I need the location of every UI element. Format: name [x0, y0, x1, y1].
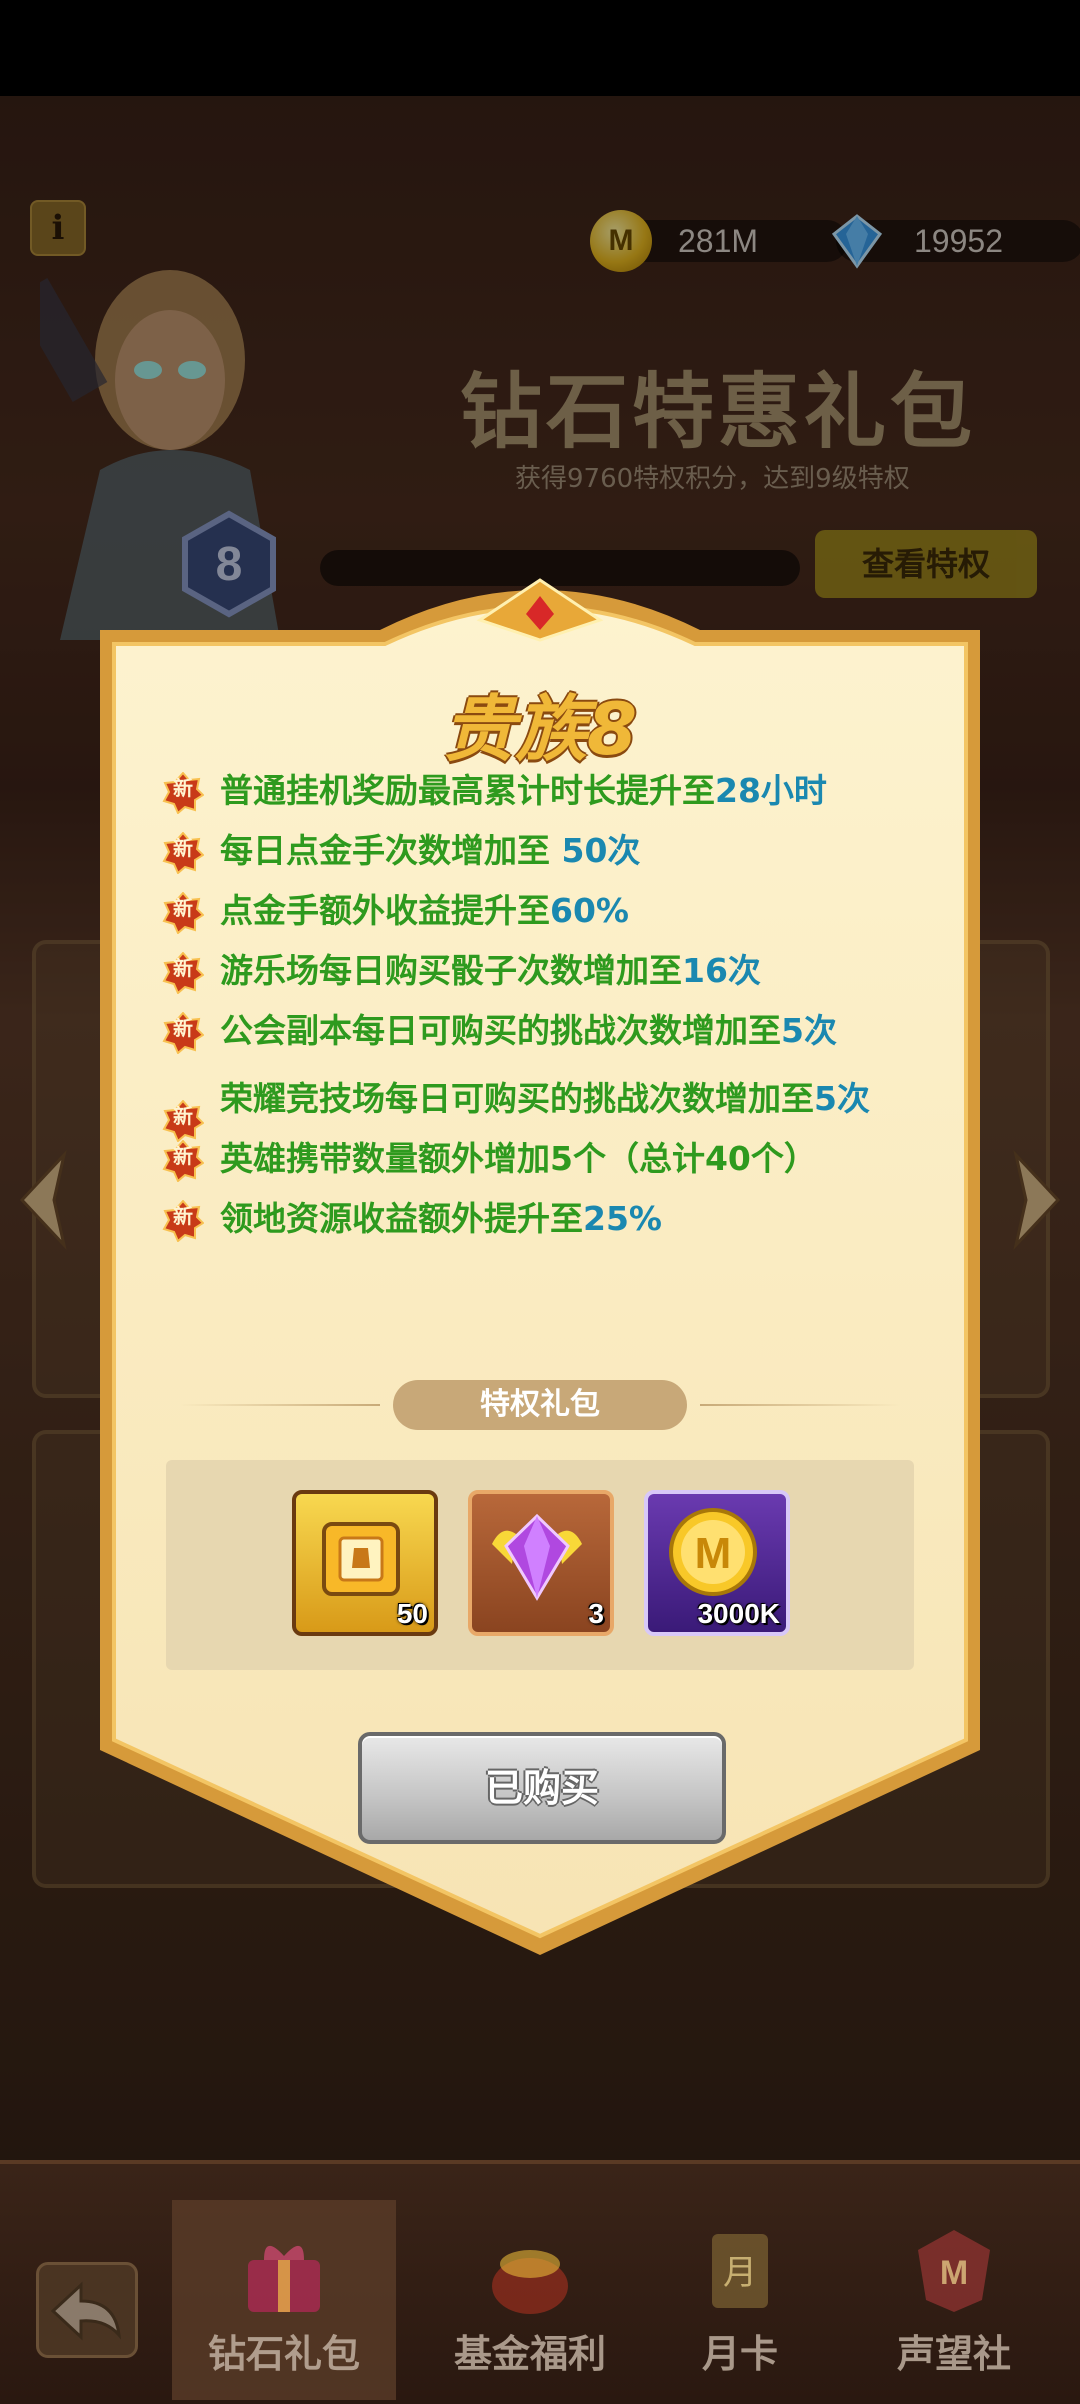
reward-count: 3 — [588, 1598, 604, 1629]
status-bar — [0, 0, 1080, 96]
tab-fund-welfare[interactable]: 基金福利 — [418, 2200, 642, 2400]
benefit-item: 新 点金手额外收益提升至60% — [162, 890, 1002, 935]
reward-count: 50 — [396, 1598, 428, 1629]
benefit-text: 领地资源收益额外提升至 — [220, 1199, 583, 1238]
new-badge-icon: 新 — [162, 891, 205, 935]
reward-item-hero-card[interactable]: 50 — [292, 1490, 438, 1636]
svg-text:M: M — [695, 1529, 732, 1578]
benefit-value: 60% — [550, 891, 629, 930]
purple-gem-icon — [492, 1513, 582, 1601]
reward-item-gold-coin[interactable]: M 3000K — [644, 1490, 790, 1636]
treasure-pot-icon — [492, 2250, 568, 2314]
reward-count: 3000K — [697, 1598, 780, 1629]
benefit-text: 游乐场每日购买骰子次数增加至 — [220, 951, 682, 990]
divider-right — [700, 1404, 900, 1406]
benefit-value: 50次 — [561, 831, 641, 870]
tab-label: 钻石礼包 — [207, 2332, 360, 2376]
benefit-text: 普通挂机奖励最高累计时长提升至 — [220, 771, 715, 810]
tab-monthly-card[interactable]: 月 月卡 — [628, 2200, 852, 2400]
reward-item-purple-gem[interactable]: 3 — [468, 1490, 614, 1636]
new-badge-icon: 新 — [162, 1099, 205, 1143]
svg-text:月: 月 — [723, 2253, 757, 2293]
tab-label: 月卡 — [701, 2332, 778, 2376]
new-badge-icon: 新 — [162, 1011, 205, 1055]
new-badge-icon: 新 — [162, 831, 205, 875]
benefit-text: 点金手额外收益提升至 — [220, 891, 550, 930]
new-badge-icon: 新 — [162, 951, 205, 995]
new-badge-icon: 新 — [162, 771, 205, 815]
benefit-value: 5次 — [814, 1079, 870, 1118]
benefit-item: 新 荣耀竞技场每日可购买的挑战次数增加至5次 — [162, 1078, 1002, 1143]
new-badge-icon: 新 — [162, 1199, 205, 1243]
benefit-text: 荣耀竞技场每日可购买的挑战次数增加至 — [220, 1079, 814, 1118]
vip-detail-modal: 贵族8 新 普通挂机奖励最高累计时长提升至28小时 新 每日点金手次数增加至 5… — [80, 560, 1000, 1960]
benefit-item: 新 每日点金手次数增加至 50次 — [162, 830, 1002, 875]
tab-diamond-gift[interactable]: 钻石礼包 — [172, 2200, 396, 2400]
benefit-item: 新 游乐场每日购买骰子次数增加至16次 — [162, 950, 1002, 995]
divider-left — [180, 1404, 380, 1406]
tab-label: 声望社 — [896, 2332, 1011, 2376]
benefit-value: 5次 — [781, 1011, 837, 1050]
benefit-text: 公会副本每日可购买的挑战次数增加至 — [220, 1011, 781, 1050]
benefit-text: 英雄携带数量额外增加5个（总计40个） — [220, 1139, 817, 1178]
benefit-value: 25% — [583, 1199, 662, 1238]
tab-reputation-club[interactable]: M 声望社 — [842, 2200, 1066, 2400]
reputation-emblem-icon: M — [918, 2230, 990, 2312]
new-badge-icon: 新 — [162, 1139, 205, 1183]
svg-text:M: M — [940, 2254, 968, 2292]
benefit-item: 新 英雄携带数量额外增加5个（总计40个） — [162, 1138, 1002, 1183]
benefit-item: 新 领地资源收益额外提升至25% — [162, 1198, 1002, 1243]
tab-label: 基金福利 — [453, 2332, 606, 2376]
privilege-pack-label: 特权礼包 — [393, 1380, 687, 1430]
benefit-text: 每日点金手次数增加至 — [220, 831, 562, 870]
purchased-button[interactable]: 已购买 — [358, 1732, 726, 1844]
benefit-item: 新 公会副本每日可购买的挑战次数增加至5次 — [162, 1010, 1002, 1055]
back-arrow-icon[interactable] — [36, 2262, 138, 2358]
benefit-item: 新 普通挂机奖励最高累计时长提升至28小时 — [162, 770, 1002, 815]
benefit-value: 28小时 — [715, 771, 827, 810]
calendar-card-icon: 月 — [712, 2234, 768, 2308]
benefit-list: 新 普通挂机奖励最高累计时长提升至28小时 新 每日点金手次数增加至 50次 新… — [162, 770, 1002, 1330]
gift-box-icon — [248, 2245, 320, 2312]
benefit-value: 16次 — [682, 951, 761, 990]
modal-title: 贵族8 — [442, 687, 638, 771]
